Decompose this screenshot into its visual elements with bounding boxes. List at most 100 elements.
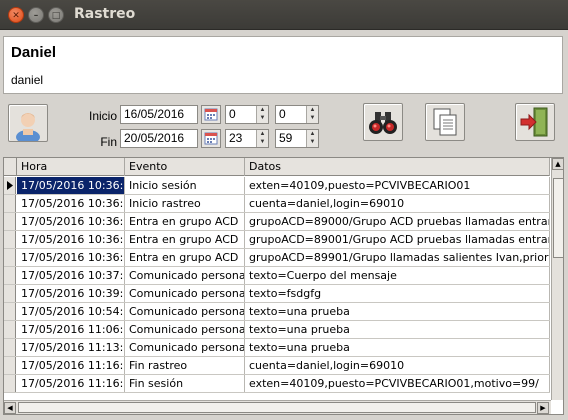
cell-datos[interactable]: exten=40109,puesto=PCVIVBECARIO01,motivo… <box>245 375 550 392</box>
row-indicator[interactable] <box>4 231 16 248</box>
vertical-scrollbar[interactable]: ▲ <box>551 158 563 400</box>
scroll-up-icon[interactable]: ▲ <box>552 158 563 170</box>
close-window-button[interactable]: ✕ <box>8 7 24 23</box>
end-calendar-button[interactable] <box>201 129 221 148</box>
cell-evento[interactable]: Comunicado persona <box>125 267 245 284</box>
cell-evento[interactable]: Entra en grupo ACD <box>125 249 245 266</box>
cell-evento[interactable]: Fin sesión <box>125 375 245 392</box>
minimize-window-button[interactable]: – <box>28 7 44 23</box>
cell-evento[interactable]: Inicio rastreo <box>125 195 245 212</box>
cell-datos[interactable]: grupoACD=89000/Grupo ACD pruebas llamada… <box>245 213 550 230</box>
table-row[interactable]: 17/05/2016 10:36:30Entra en grupo ACDgru… <box>4 213 550 231</box>
cell-datos[interactable]: texto=fsdgfg <box>245 285 550 302</box>
cell-datos[interactable]: cuenta=daniel,login=69010 <box>245 357 550 374</box>
maximize-window-button[interactable]: □ <box>48 7 64 23</box>
filter-toolbar: Inicio 16/05/2016 0 ▲ ▼ 0 ▲ ▼ Fin 20/05/20… <box>3 98 563 154</box>
table-row[interactable]: 17/05/2016 11:13:22Comunicado personatex… <box>4 339 550 357</box>
row-indicator[interactable] <box>4 285 16 302</box>
row-indicator[interactable] <box>4 357 16 374</box>
cell-evento[interactable]: Entra en grupo ACD <box>125 231 245 248</box>
table-row[interactable]: 17/05/2016 11:16:21Fin rastreocuenta=dan… <box>4 357 550 375</box>
cell-hora[interactable]: 17/05/2016 11:16:21 <box>17 375 125 392</box>
cell-hora[interactable]: 17/05/2016 10:36:31 <box>17 231 125 248</box>
cell-hora[interactable]: 17/05/2016 10:36:18 <box>17 177 125 194</box>
cell-hora[interactable]: 17/05/2016 11:16:21 <box>17 357 125 374</box>
calendar-icon <box>204 132 218 145</box>
spin-arrows-icon[interactable]: ▲ ▼ <box>306 106 318 123</box>
table-row[interactable]: 17/05/2016 10:37:18Comunicado personatex… <box>4 267 550 285</box>
table-row[interactable]: 17/05/2016 10:39:19Comunicado personatex… <box>4 285 550 303</box>
vertical-scroll-thumb[interactable] <box>553 178 563 258</box>
tracking-grid[interactable]: Hora Evento Datos 17/05/2016 10:36:18Ini… <box>3 157 564 415</box>
cell-hora[interactable]: 17/05/2016 10:36:19 <box>17 195 125 212</box>
end-hour-spinner[interactable]: 23 ▲ ▼ <box>225 129 269 148</box>
end-minute-value: 59 <box>279 131 293 145</box>
cell-hora[interactable]: 17/05/2016 10:36:32 <box>17 249 125 266</box>
row-indicator[interactable] <box>4 249 16 266</box>
row-indicator[interactable] <box>4 375 16 392</box>
table-row[interactable]: 17/05/2016 11:06:21Comunicado personatex… <box>4 321 550 339</box>
grid-header: Hora Evento Datos <box>4 158 550 176</box>
table-row[interactable]: 17/05/2016 10:36:32Entra en grupo ACDgru… <box>4 249 550 267</box>
horizontal-scrollbar[interactable]: ◀ ▶ <box>4 400 551 414</box>
cell-datos[interactable]: texto=Cuerpo del mensaje <box>245 267 550 284</box>
spin-arrows-icon[interactable]: ▲ ▼ <box>256 106 268 123</box>
cell-evento[interactable]: Comunicado persona <box>125 339 245 356</box>
table-row[interactable]: 17/05/2016 10:36:19Inicio rastreocuenta=… <box>4 195 550 213</box>
calendar-icon <box>204 108 218 121</box>
row-indicator[interactable] <box>4 195 16 212</box>
cell-hora[interactable]: 17/05/2016 10:37:18 <box>17 267 125 284</box>
row-indicator[interactable] <box>4 213 16 230</box>
cell-datos[interactable]: texto=una prueba <box>245 303 550 320</box>
start-calendar-button[interactable] <box>201 105 221 124</box>
copy-button[interactable] <box>425 103 465 141</box>
select-user-button[interactable] <box>8 104 48 144</box>
end-minute-spinner[interactable]: 59 ▲ ▼ <box>275 129 319 148</box>
cell-evento[interactable]: Fin rastreo <box>125 357 245 374</box>
start-date-input[interactable]: 16/05/2016 <box>120 105 198 124</box>
cell-datos[interactable]: grupoACD=89901/Grupo llamadas salientes … <box>245 249 550 266</box>
exit-button[interactable] <box>515 103 555 141</box>
cell-datos[interactable]: texto=una prueba <box>245 321 550 338</box>
column-header-evento[interactable]: Evento <box>125 158 245 176</box>
cell-evento[interactable]: Entra en grupo ACD <box>125 213 245 230</box>
table-row[interactable]: 17/05/2016 10:36:18Inicio sesiónexten=40… <box>4 177 550 195</box>
cell-evento[interactable]: Inicio sesión <box>125 177 245 194</box>
column-header-hora[interactable]: Hora <box>17 158 125 176</box>
spin-arrows-icon[interactable]: ▲ ▼ <box>306 130 318 147</box>
scroll-left-icon[interactable]: ◀ <box>4 402 16 414</box>
table-row[interactable]: 17/05/2016 11:16:21Fin sesiónexten=40109… <box>4 375 550 393</box>
user-login: daniel <box>11 73 44 87</box>
column-header-datos[interactable]: Datos <box>245 158 550 176</box>
cell-datos[interactable]: cuenta=daniel,login=69010 <box>245 195 550 212</box>
row-indicator[interactable] <box>4 321 16 338</box>
end-date-input[interactable]: 20/05/2016 <box>120 129 198 148</box>
user-info-panel: Daniel daniel <box>3 36 563 94</box>
cell-evento[interactable]: Comunicado persona <box>125 303 245 320</box>
row-indicator[interactable] <box>4 303 16 320</box>
cell-hora[interactable]: 17/05/2016 11:13:22 <box>17 339 125 356</box>
horizontal-scroll-thumb[interactable] <box>18 402 536 413</box>
start-minute-spinner[interactable]: 0 ▲ ▼ <box>275 105 319 124</box>
cell-datos[interactable]: exten=40109,puesto=PCVIVBECARIO01 <box>245 177 550 194</box>
cell-datos[interactable]: texto=una prueba <box>245 339 550 356</box>
cell-hora[interactable]: 17/05/2016 11:06:21 <box>17 321 125 338</box>
row-indicator[interactable] <box>4 267 16 284</box>
scroll-right-icon[interactable]: ▶ <box>537 402 549 414</box>
copy-pages-icon <box>433 108 457 136</box>
row-indicator[interactable] <box>4 177 16 194</box>
cell-evento[interactable]: Comunicado persona <box>125 285 245 302</box>
spin-arrows-icon[interactable]: ▲ ▼ <box>256 130 268 147</box>
cell-hora[interactable]: 17/05/2016 10:54:20 <box>17 303 125 320</box>
start-hour-value: 0 <box>229 107 236 121</box>
cell-hora[interactable]: 17/05/2016 10:39:19 <box>17 285 125 302</box>
user-avatar-icon <box>16 113 40 144</box>
search-button[interactable] <box>363 103 403 141</box>
row-indicator[interactable] <box>4 339 16 356</box>
cell-hora[interactable]: 17/05/2016 10:36:30 <box>17 213 125 230</box>
table-row[interactable]: 17/05/2016 10:36:31Entra en grupo ACDgru… <box>4 231 550 249</box>
cell-evento[interactable]: Comunicado persona <box>125 321 245 338</box>
start-hour-spinner[interactable]: 0 ▲ ▼ <box>225 105 269 124</box>
table-row[interactable]: 17/05/2016 10:54:20Comunicado personatex… <box>4 303 550 321</box>
cell-datos[interactable]: grupoACD=89001/Grupo ACD pruebas llamada… <box>245 231 550 248</box>
